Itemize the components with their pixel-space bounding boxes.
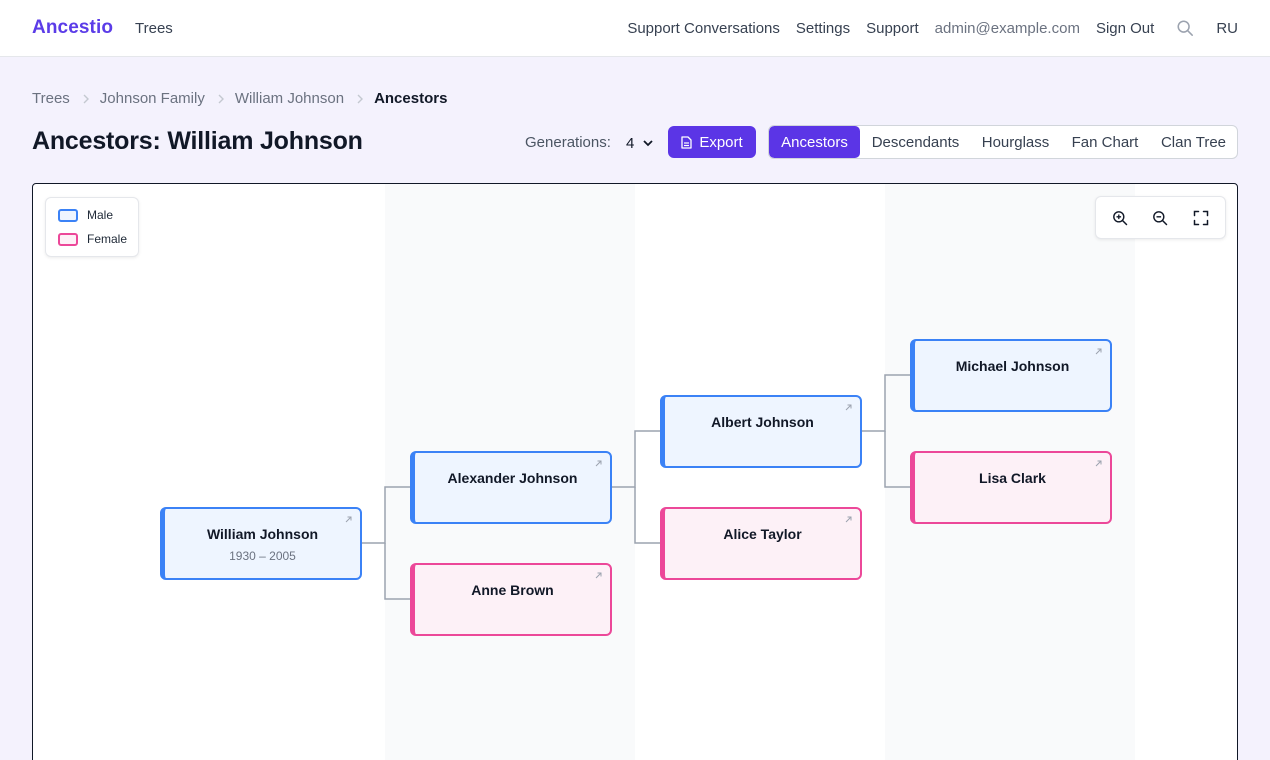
person-name: Albert Johnson [711,414,814,430]
legend-item-female: Female [58,232,127,246]
legend-swatch-male [58,208,78,222]
legend-swatch-female [58,232,78,246]
chevron-down-icon [643,139,653,146]
external-link-icon[interactable] [344,515,353,524]
export-label: Export [699,133,743,151]
gender-legend: Male Female [45,197,139,257]
tab-ancestors[interactable]: Ancestors [769,126,860,158]
tab-clan-tree[interactable]: Clan Tree [1150,126,1237,158]
chevron-right-icon [357,94,364,103]
generations-select[interactable]: 4 [619,129,659,157]
person-name: Alexander Johnson [447,470,578,486]
person-name: Anne Brown [471,582,554,598]
external-link-icon[interactable] [1094,347,1103,356]
person-name: William Johnson [206,526,319,542]
tree-canvas[interactable]: William Johnson 1930 – 2005 Alexander Jo… [32,183,1238,760]
fullscreen-icon [1193,210,1209,225]
zoom-controls [1095,196,1226,239]
chevron-right-icon [218,94,224,103]
person-card-william-johnson[interactable]: William Johnson 1930 – 2005 [160,507,362,580]
fit-to-screen-button[interactable] [1186,203,1216,233]
chevron-right-icon [83,94,89,103]
zoom-in-icon [1113,210,1128,225]
legend-label-female: Female [87,232,128,246]
generations-value: 4 [626,134,635,152]
legend-item-male: Male [58,208,113,222]
breadcrumb-family[interactable]: Johnson Family [100,90,205,107]
breadcrumb-current: Ancestors [374,90,448,107]
page-title: Ancestors: William Johnson [32,127,363,155]
tab-fan-chart[interactable]: Fan Chart [1060,126,1150,158]
zoom-out-icon [1153,210,1168,225]
zoom-out-button[interactable] [1145,203,1175,233]
brand-logo[interactable]: Ancestio [32,17,113,39]
nav-link-support-conversations[interactable]: Support Conversations [627,20,780,37]
document-icon [681,135,692,149]
tab-hourglass[interactable]: Hourglass [971,126,1060,158]
person-card-albert-johnson[interactable]: Albert Johnson [660,395,862,468]
sign-out-link[interactable]: Sign Out [1096,20,1154,37]
tab-descendants[interactable]: Descendants [860,126,971,158]
person-card-alice-taylor[interactable]: Alice Taylor [660,507,862,580]
nav-link-trees[interactable]: Trees [135,20,173,37]
nav-link-settings[interactable]: Settings [796,20,850,37]
external-link-icon[interactable] [844,403,853,412]
breadcrumb: Trees Johnson Family William Johnson Anc… [32,90,447,107]
user-email: admin@example.com [934,19,1080,37]
export-button[interactable]: Export [668,126,756,158]
external-link-icon[interactable] [594,571,603,580]
person-card-alexander-johnson[interactable]: Alexander Johnson [410,451,612,524]
person-name: Alice Taylor [723,526,802,542]
breadcrumb-person[interactable]: William Johnson [235,90,344,107]
nav-link-support[interactable]: Support [866,20,919,37]
external-link-icon[interactable] [844,515,853,524]
language-switcher[interactable]: RU [1216,20,1238,37]
view-tabs: Ancestors Descendants Hourglass Fan Char… [768,125,1238,159]
person-card-anne-brown[interactable]: Anne Brown [410,563,612,636]
zoom-in-button[interactable] [1105,203,1135,233]
person-card-michael-johnson[interactable]: Michael Johnson [910,339,1112,412]
person-card-lisa-clark[interactable]: Lisa Clark [910,451,1112,524]
top-navigation-bar: Ancestio Trees Support Conversations Set… [0,0,1270,57]
legend-label-male: Male [87,208,114,222]
external-link-icon[interactable] [594,459,603,468]
person-name: Lisa Clark [979,470,1046,486]
person-name: Michael Johnson [955,358,1070,374]
top-nav-links: Support Conversations Settings Support a… [627,0,1238,56]
search-icon[interactable] [1176,19,1194,37]
person-dates: 1930 – 2005 [229,549,296,563]
external-link-icon[interactable] [1094,459,1103,468]
breadcrumb-trees[interactable]: Trees [32,90,70,107]
generations-label: Generations: [525,134,611,151]
